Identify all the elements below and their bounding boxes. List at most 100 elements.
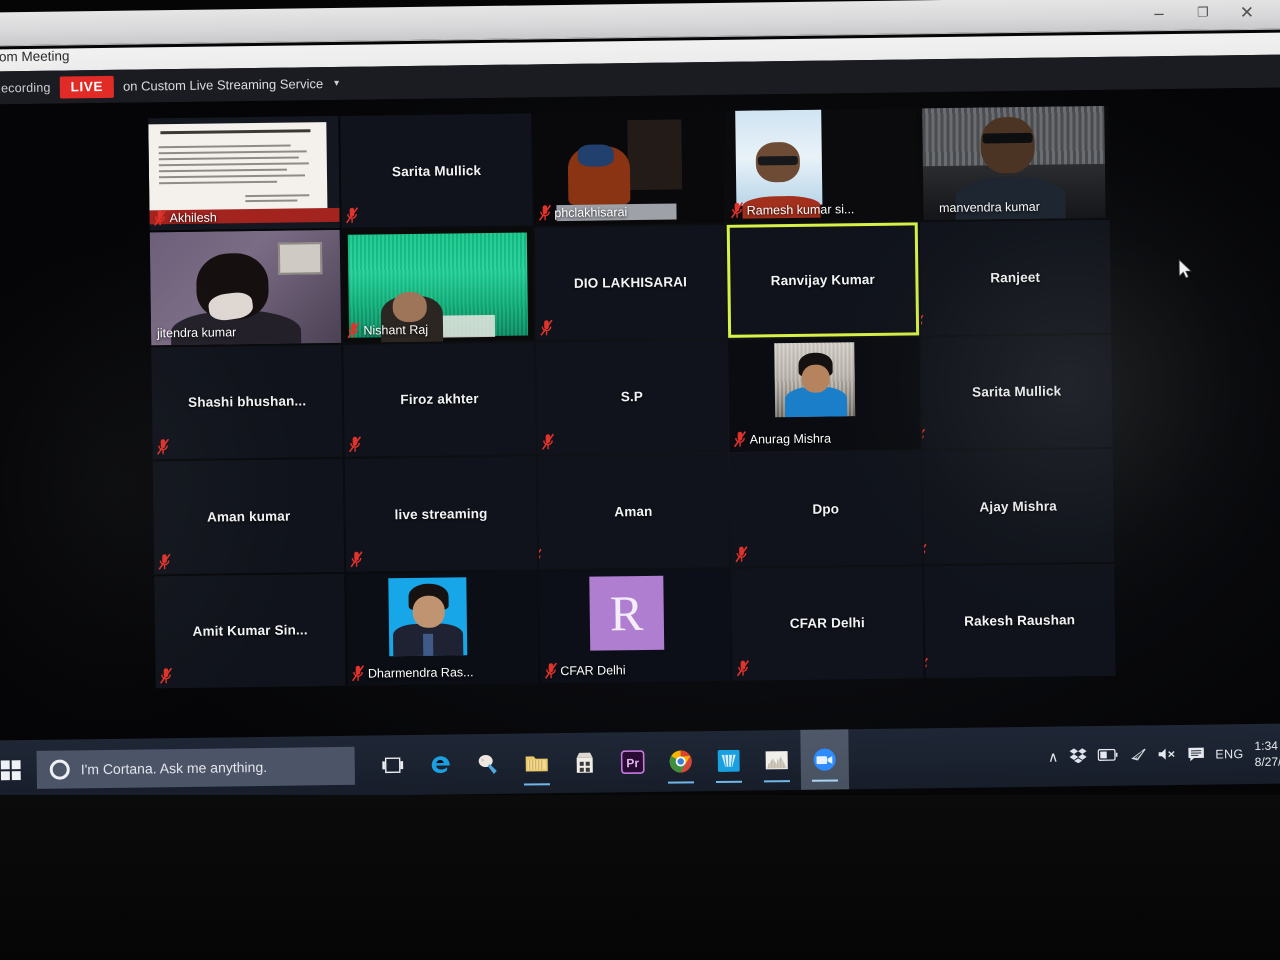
muted-mic-icon bbox=[538, 205, 551, 222]
participant-tile[interactable]: Akhilesh bbox=[148, 115, 341, 231]
avatar-initial: R bbox=[589, 575, 665, 651]
muted-mic-icon bbox=[735, 545, 748, 562]
participant-tile[interactable]: Anurag Mishra bbox=[728, 337, 921, 453]
participant-name: CFAR Delhi bbox=[560, 663, 626, 679]
participant-name: phclakhisarai bbox=[554, 205, 628, 221]
cortana-search-box[interactable]: I'm Cortana. Ask me anything. bbox=[36, 746, 355, 789]
muted-mic-icon bbox=[158, 553, 171, 570]
participant-name: Anurag Mishra bbox=[749, 431, 832, 447]
participant-tile[interactable]: Ramesh kumar si... bbox=[725, 108, 918, 224]
participant-name: Ajay Mishra bbox=[979, 498, 1057, 515]
shared-document bbox=[148, 122, 328, 213]
wifi-icon[interactable] bbox=[1128, 747, 1146, 763]
participant-name: CFAR Delhi bbox=[789, 615, 865, 632]
clock-time: 1:34 P bbox=[1254, 738, 1280, 753]
clock-date: 8/27/20 bbox=[1254, 754, 1280, 769]
start-button[interactable] bbox=[0, 740, 33, 801]
live-service-label: on Custom Live Streaming Service bbox=[122, 76, 324, 94]
participant-name: jitendra kumar bbox=[156, 325, 237, 341]
participant-tile[interactable]: Amit Kumar Sin... bbox=[154, 573, 347, 689]
system-tray: ∧ ENG 1:34 8/27/20 bbox=[1048, 723, 1280, 786]
participant-tile[interactable]: Sarita Mullick bbox=[340, 113, 533, 229]
participant-tile[interactable]: Ajay Mishra bbox=[922, 449, 1115, 564]
participant-name: Ramesh kumar si... bbox=[746, 202, 855, 218]
participant-name: Dpo bbox=[812, 501, 840, 517]
recording-status-label: Recording bbox=[0, 80, 51, 95]
muted-mic-icon bbox=[540, 319, 553, 336]
participant-tile[interactable]: live streaming bbox=[345, 456, 537, 572]
taskbar-icons: Pr bbox=[368, 729, 850, 796]
close-button[interactable]: ✕ bbox=[1225, 0, 1269, 26]
participant-tile-active-speaker[interactable]: Ranvijay Kumar bbox=[726, 222, 919, 338]
participant-name: Firoz akhter bbox=[400, 391, 479, 408]
participant-tile[interactable]: manvendra kumar bbox=[917, 105, 1110, 221]
muted-mic-icon bbox=[153, 210, 167, 227]
participant-name: Aman bbox=[614, 503, 653, 520]
dropbox-icon[interactable] bbox=[1069, 747, 1087, 765]
participant-tile[interactable]: Dpo bbox=[729, 451, 922, 567]
edge-icon[interactable] bbox=[416, 734, 465, 795]
participant-tile[interactable]: Ranjeet bbox=[919, 220, 1112, 336]
participant-tile[interactable]: Sarita Mullick bbox=[920, 334, 1113, 450]
live-badge: LIVE bbox=[59, 75, 115, 99]
participant-name: Aman kumar bbox=[206, 508, 291, 525]
file-explorer-icon[interactable] bbox=[512, 733, 561, 794]
participant-tile[interactable]: jitendra kumar bbox=[149, 230, 342, 346]
participant-name: Akhilesh bbox=[169, 210, 217, 226]
monitor-bezel: hp bbox=[0, 795, 1280, 960]
participant-name: Ranjeet bbox=[990, 269, 1041, 286]
participant-name: Sarita Mullick bbox=[972, 383, 1062, 401]
muted-mic-icon bbox=[544, 662, 557, 679]
participant-tile[interactable]: Firoz akhter bbox=[343, 342, 536, 458]
premiere-pro-icon[interactable]: Pr bbox=[608, 732, 657, 793]
language-indicator[interactable]: ENG bbox=[1215, 747, 1243, 761]
speaker-muted-icon[interactable] bbox=[1157, 747, 1176, 763]
task-view-icon[interactable] bbox=[368, 735, 417, 796]
zoom-icon[interactable] bbox=[800, 729, 850, 790]
battery-icon[interactable] bbox=[1097, 748, 1118, 763]
participant-tile[interactable]: Shashi bhushan... bbox=[151, 344, 344, 460]
participant-tile[interactable]: Aman bbox=[537, 454, 730, 569]
blue-app-icon[interactable] bbox=[704, 731, 753, 792]
action-center-icon[interactable] bbox=[1187, 746, 1204, 763]
photos-icon[interactable] bbox=[752, 730, 801, 791]
monitor-photo: − ❐ ✕ oom Meeting Recording LIVE on Cust… bbox=[0, 0, 1280, 960]
participant-name: S.P bbox=[620, 389, 644, 405]
participant-name: Nishant Raj bbox=[363, 322, 429, 338]
participant-name: Rakesh Raushan bbox=[964, 612, 1076, 630]
participant-tile[interactable]: DIO LAKHISARAI bbox=[534, 225, 727, 341]
muted-mic-icon bbox=[347, 321, 360, 339]
participant-tile[interactable]: S.P bbox=[536, 339, 728, 455]
screen-area: − ❐ ✕ oom Meeting Recording LIVE on Cust… bbox=[0, 0, 1280, 821]
chevron-down-icon[interactable]: ▾ bbox=[334, 78, 339, 89]
muted-mic-icon bbox=[346, 207, 359, 224]
participant-name: Sarita Mullick bbox=[391, 162, 482, 179]
microsoft-store-icon[interactable] bbox=[560, 732, 609, 793]
paint-3d-icon[interactable] bbox=[464, 734, 513, 795]
participant-tile[interactable]: Rakesh Raushan bbox=[923, 563, 1116, 679]
muted-mic-icon bbox=[352, 665, 365, 682]
muted-mic-icon bbox=[159, 667, 173, 684]
muted-mic-icon bbox=[737, 660, 750, 677]
participant-tile[interactable]: R CFAR Delhi bbox=[538, 568, 731, 684]
muted-mic-icon bbox=[350, 550, 363, 567]
participant-tile[interactable]: Nishant Raj bbox=[342, 227, 534, 343]
muted-mic-icon bbox=[734, 431, 747, 448]
minimize-button[interactable]: − bbox=[1137, 1, 1181, 28]
participant-tile[interactable]: Aman kumar bbox=[152, 459, 345, 574]
participant-tile[interactable]: Dharmendra Ras... bbox=[346, 570, 539, 686]
muted-mic-icon bbox=[920, 428, 925, 446]
chrome-icon[interactable] bbox=[656, 731, 705, 792]
chevron-up-icon[interactable]: ∧ bbox=[1048, 749, 1058, 765]
cortana-icon bbox=[49, 759, 70, 780]
muted-mic-icon bbox=[731, 202, 744, 219]
muted-mic-icon bbox=[156, 438, 170, 455]
participant-tile[interactable]: phclakhisarai bbox=[533, 110, 725, 226]
participant-tile[interactable]: CFAR Delhi bbox=[731, 565, 924, 681]
clock[interactable]: 1:34 P 8/27/20 bbox=[1254, 737, 1280, 770]
meeting-canvas: Akhilesh Sarita Mullick phclakhisarai Ra… bbox=[0, 87, 1280, 805]
maximize-button[interactable]: ❐ bbox=[1181, 0, 1225, 27]
participant-name: live streaming bbox=[394, 505, 488, 523]
participant-name: manvendra kumar bbox=[938, 200, 1040, 216]
muted-mic-icon bbox=[922, 543, 927, 560]
